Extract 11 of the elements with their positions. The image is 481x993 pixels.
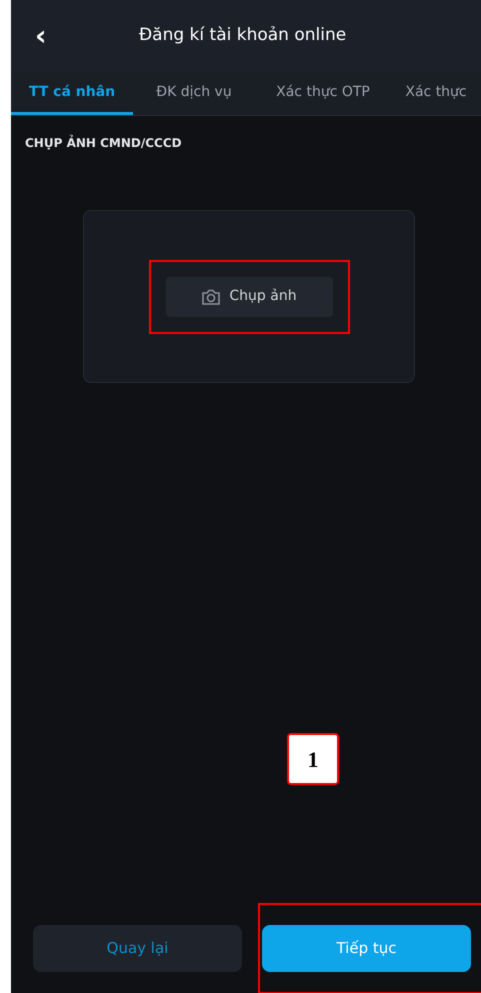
tab[interactable]: TT cá nhân: [11, 72, 133, 115]
tab[interactable]: ĐK dịch vụ: [133, 72, 255, 115]
section-title: CHỤP ẢNH CMND/CCCD: [24, 134, 183, 152]
screen-title: Đăng kí tài khoản online: [139, 24, 346, 48]
camera-icon: [201, 288, 222, 306]
back-button[interactable]: Quay lại: [33, 925, 242, 972]
tab[interactable]: Xác thực OTP: [255, 72, 391, 115]
tab[interactable]: Xác thực: [391, 72, 481, 115]
step-label: 1: [287, 733, 339, 785]
back-button[interactable]: ‹: [35, 22, 47, 50]
capture-button[interactable]: Chụp ảnh: [166, 276, 332, 316]
